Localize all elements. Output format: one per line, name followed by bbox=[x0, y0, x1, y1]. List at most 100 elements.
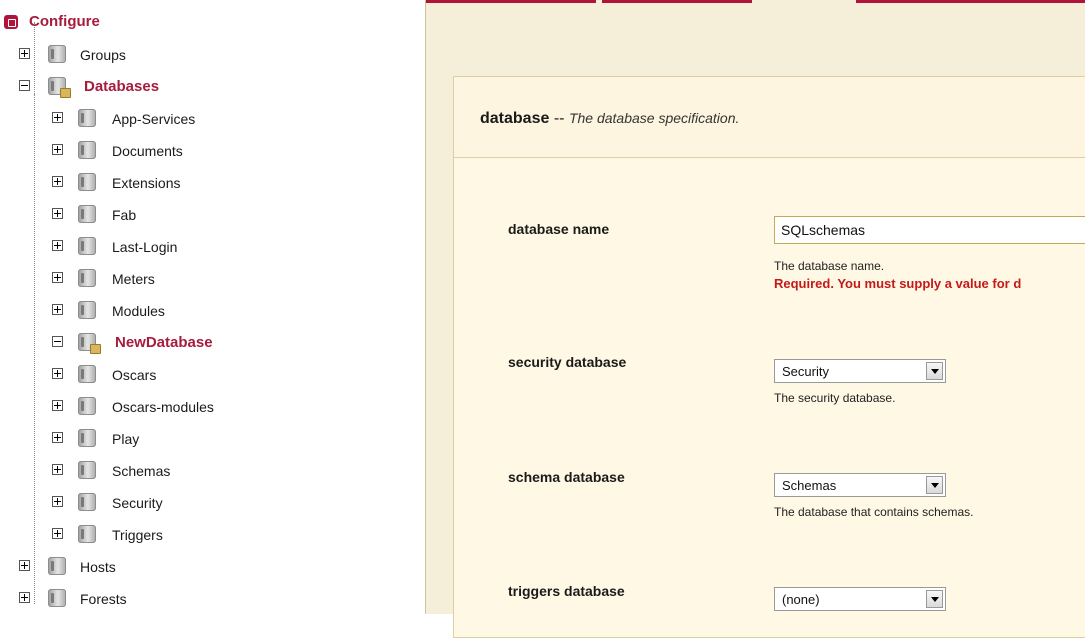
database-icon bbox=[78, 301, 96, 319]
expand-icon[interactable] bbox=[52, 368, 63, 379]
expand-icon[interactable] bbox=[19, 592, 30, 603]
tree-item-databases[interactable]: Databases bbox=[0, 70, 260, 102]
tree-item-database[interactable]: Fab bbox=[0, 198, 300, 230]
expand-icon[interactable] bbox=[52, 144, 63, 155]
triggers-database-select[interactable]: (none) bbox=[774, 587, 946, 611]
tree-item-database[interactable]: Modules bbox=[0, 294, 300, 326]
tree-item-hosts[interactable]: Hosts bbox=[0, 550, 200, 582]
security-database-select[interactable]: Security bbox=[774, 359, 946, 383]
database-icon bbox=[78, 397, 96, 415]
expand-icon[interactable] bbox=[52, 176, 63, 187]
tree-item-label: Forests bbox=[80, 591, 127, 607]
tree-item-database[interactable]: Oscars bbox=[0, 358, 300, 390]
page-title: database -- The database specification. bbox=[480, 110, 739, 128]
title-name: database bbox=[480, 110, 550, 127]
tree-item-label: Extensions bbox=[112, 175, 181, 191]
database-icon bbox=[78, 237, 96, 255]
database-icon bbox=[78, 461, 96, 479]
tree-item-database-selected[interactable]: NewDatabase bbox=[0, 326, 300, 358]
dropdown-arrow-icon[interactable] bbox=[926, 590, 943, 608]
tree-item-database[interactable]: Meters bbox=[0, 262, 300, 294]
database-icon bbox=[78, 365, 96, 383]
expand-icon[interactable] bbox=[52, 272, 63, 283]
database-name-help: The database name. bbox=[774, 259, 885, 273]
expand-icon[interactable] bbox=[52, 208, 63, 219]
expand-icon[interactable] bbox=[52, 240, 63, 251]
database-name-label: database name bbox=[508, 221, 610, 237]
expand-icon[interactable] bbox=[52, 432, 63, 443]
tree-item-database[interactable]: App-Services bbox=[0, 102, 300, 134]
expand-icon[interactable] bbox=[52, 400, 63, 411]
triggers-database-label: triggers database bbox=[508, 583, 625, 599]
database-icon bbox=[78, 109, 96, 127]
select-value: Security bbox=[782, 364, 829, 379]
tree-item-label: Databases bbox=[84, 78, 160, 95]
database-icon bbox=[48, 589, 66, 607]
tree-item-database[interactable]: Triggers bbox=[0, 518, 300, 550]
tree-item-label: NewDatabase bbox=[115, 334, 213, 351]
tree-item-label: Modules bbox=[112, 303, 165, 319]
tree-item-database[interactable]: Oscars-modules bbox=[0, 390, 300, 422]
security-database-label: security database bbox=[508, 354, 627, 370]
expand-icon[interactable] bbox=[52, 112, 63, 123]
database-icon bbox=[48, 557, 66, 575]
tree-item-database[interactable]: Documents bbox=[0, 134, 300, 166]
database-icon bbox=[78, 205, 96, 223]
database-icon bbox=[48, 45, 66, 63]
title-separator: -- bbox=[553, 110, 565, 127]
tree-item-label: Hosts bbox=[80, 559, 116, 575]
security-database-help: The security database. bbox=[774, 391, 896, 405]
database-icon bbox=[78, 269, 96, 287]
database-name-error: Required. You must supply a value for d bbox=[774, 276, 1022, 291]
expand-icon[interactable] bbox=[19, 560, 30, 571]
database-form-panel: database -- The database specification. … bbox=[453, 76, 1085, 638]
database-icon bbox=[78, 525, 96, 543]
tree-item-label: App-Services bbox=[112, 111, 196, 127]
database-icon bbox=[78, 429, 96, 447]
expand-icon[interactable] bbox=[52, 496, 63, 507]
tree-item-label: Security bbox=[112, 495, 163, 511]
dropdown-arrow-icon[interactable] bbox=[926, 476, 943, 494]
collapse-icon[interactable] bbox=[19, 80, 30, 91]
select-value: (none) bbox=[782, 592, 820, 607]
tree-root-label: Configure bbox=[29, 13, 100, 30]
tree-item-label: Oscars-modules bbox=[112, 399, 214, 415]
dropdown-arrow-icon[interactable] bbox=[926, 362, 943, 380]
tree-item-groups[interactable]: Groups bbox=[0, 38, 200, 70]
form-header: database -- The database specification. bbox=[454, 77, 1085, 158]
schema-database-help: The database that contains schemas. bbox=[774, 505, 974, 519]
database-icon bbox=[78, 141, 96, 159]
tree-item-label: Oscars bbox=[112, 367, 157, 383]
tree-item-database[interactable]: Last-Login bbox=[0, 230, 300, 262]
config-tree: Configure Groups Databases App-Services … bbox=[0, 0, 426, 614]
schema-database-select[interactable]: Schemas bbox=[774, 473, 946, 497]
tree-item-database[interactable]: Security bbox=[0, 486, 300, 518]
database-name-input[interactable] bbox=[774, 216, 1085, 244]
collapse-icon[interactable] bbox=[52, 336, 63, 347]
database-open-icon bbox=[48, 77, 71, 98]
configure-icon bbox=[4, 15, 18, 29]
tree-item-database[interactable]: Extensions bbox=[0, 166, 300, 198]
tab-indicator bbox=[602, 0, 752, 3]
database-icon bbox=[78, 493, 96, 511]
expand-icon[interactable] bbox=[19, 48, 30, 59]
expand-icon[interactable] bbox=[52, 528, 63, 539]
top-tab-strip bbox=[426, 0, 1085, 4]
tree-item-database[interactable]: Schemas bbox=[0, 454, 300, 486]
tree-item-label: Last-Login bbox=[112, 239, 178, 255]
database-open-icon bbox=[78, 333, 101, 354]
tree-item-label: Fab bbox=[112, 207, 137, 223]
main-content: database -- The database specification. … bbox=[426, 0, 1085, 638]
tree-item-database[interactable]: Play bbox=[0, 422, 300, 454]
tree-item-label: Schemas bbox=[112, 463, 171, 479]
expand-icon[interactable] bbox=[52, 464, 63, 475]
tree-item-label: Triggers bbox=[112, 527, 163, 543]
database-icon bbox=[78, 173, 96, 191]
tree-item-label: Play bbox=[112, 431, 140, 447]
select-value: Schemas bbox=[782, 478, 837, 493]
tab-indicator bbox=[426, 0, 596, 3]
tree-item-label: Documents bbox=[112, 143, 183, 159]
tree-item-label: Groups bbox=[80, 47, 126, 63]
tree-item-forests[interactable]: Forests bbox=[0, 582, 200, 614]
expand-icon[interactable] bbox=[52, 304, 63, 315]
